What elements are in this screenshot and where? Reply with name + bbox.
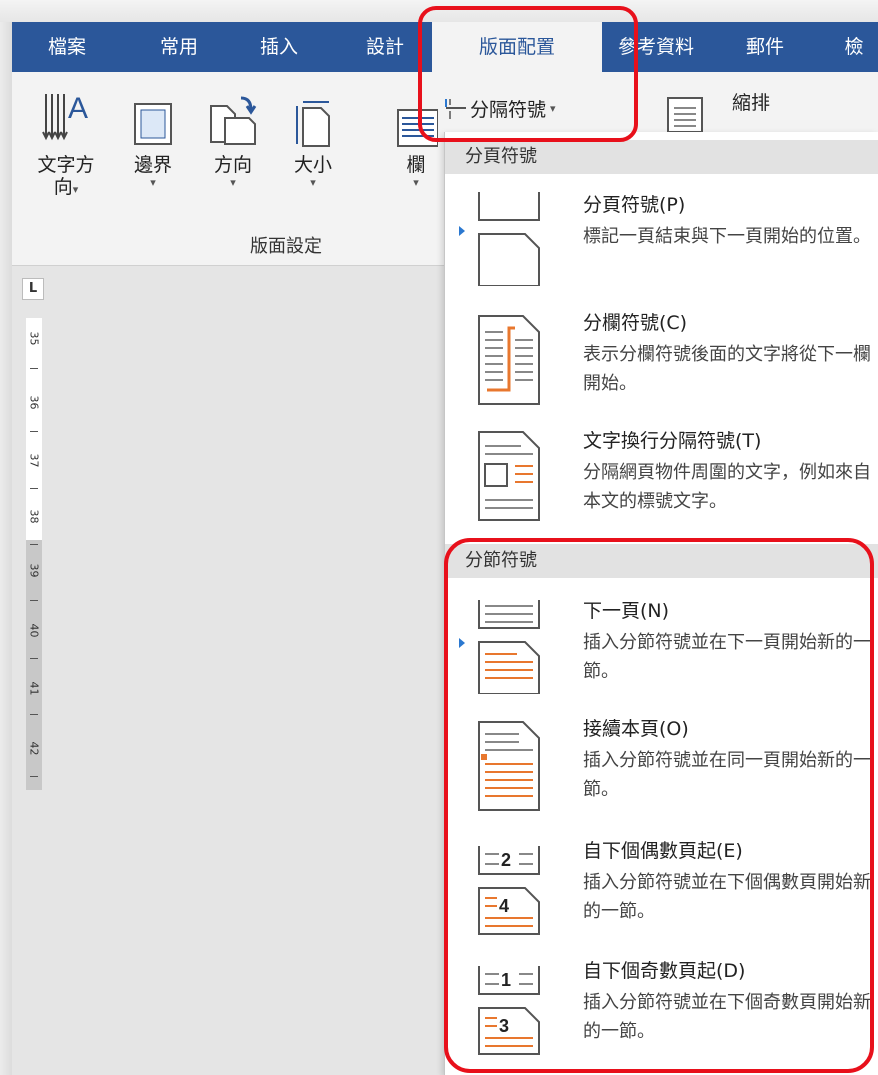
ruler-number: 40	[27, 623, 41, 638]
ruler-number: 37	[27, 453, 41, 468]
ruler-tick	[30, 600, 38, 601]
margins-icon	[123, 84, 183, 154]
tab-selector[interactable]: L	[22, 278, 44, 300]
text-direction-button[interactable]: A 文字方 向▾	[26, 84, 106, 198]
chevron-down-icon: ▾	[310, 176, 316, 189]
menu-item-column-break[interactable]: 分欄符號(C) 表示分欄符號後面的文字將從下一欄開始。	[445, 302, 878, 412]
ruler-number: 41	[27, 681, 41, 696]
tab-review[interactable]: 檢	[834, 22, 874, 72]
menu-item-page-break[interactable]: 分頁符號(P) 標記一頁結束與下一頁開始的位置。	[445, 182, 878, 294]
ruler-number: 42	[27, 741, 41, 756]
page-breaks-header: 分頁符號	[445, 140, 878, 174]
chevron-down-icon: ▾	[150, 176, 156, 189]
columns-label: 欄	[406, 154, 426, 176]
ruler-tick	[30, 544, 38, 545]
ruler-number: 38	[27, 509, 41, 524]
tab-insert[interactable]: 插入	[244, 22, 314, 72]
svg-text:A: A	[68, 92, 88, 125]
menu-item-title: 分欄符號(C)	[583, 312, 688, 334]
tab-mailings[interactable]: 郵件	[730, 22, 800, 72]
text-direction-label: 文字方	[37, 154, 95, 176]
ruler-number: 35	[27, 331, 41, 346]
vertical-ruler[interactable]: 35 36 37 38 39 40 41 42	[26, 318, 42, 790]
highlight-section-breaks	[444, 538, 874, 1073]
tab-home[interactable]: 常用	[144, 22, 214, 72]
ruler-tick	[30, 368, 38, 369]
tab-design[interactable]: 設計	[350, 22, 420, 72]
menu-item-desc: 表示分欄符號後面的文字將從下一欄開始。	[583, 344, 871, 394]
text-wrapping-break-icon	[473, 430, 545, 526]
menu-item-title: 分頁符號(P)	[583, 194, 686, 216]
menu-item-text-wrapping-break[interactable]: 文字換行分隔符號(T) 分隔網頁物件周圍的文字，例如來自本文的標號文字。	[445, 418, 878, 538]
orientation-icon	[203, 84, 263, 154]
ruler-tick	[30, 776, 38, 777]
ruler-tick	[30, 714, 38, 715]
default-marker-icon	[459, 226, 465, 236]
ruler-tick	[30, 658, 38, 659]
size-icon	[283, 84, 343, 154]
line-numbers-icon[interactable]	[662, 92, 706, 136]
margins-label: 邊界	[133, 154, 172, 176]
ruler-number: 39	[27, 563, 41, 578]
size-label: 大小	[293, 154, 332, 176]
page-break-icon	[473, 190, 545, 290]
tab-file[interactable]: 檔案	[32, 22, 102, 72]
text-direction-icon: A	[36, 84, 96, 154]
indent-label[interactable]: 縮排	[732, 88, 770, 115]
chevron-down-icon: ▾	[230, 176, 236, 189]
document-canvas[interactable]	[12, 266, 444, 1075]
margins-button[interactable]: 邊界 ▾	[118, 84, 188, 190]
text-direction-label-2: 向▾	[53, 176, 79, 198]
ruler-tick	[30, 431, 38, 432]
ruler-tick	[30, 488, 38, 489]
size-button[interactable]: 大小 ▾	[278, 84, 348, 190]
menu-item-desc: 標記一頁結束與下一頁開始的位置。	[583, 226, 871, 247]
ruler-number: 36	[27, 395, 41, 410]
orientation-label: 方向	[213, 154, 252, 176]
menu-item-title: 文字換行分隔符號(T)	[583, 430, 762, 452]
page-setup-group-label: 版面設定	[250, 236, 322, 257]
chevron-down-icon: ▾	[413, 176, 419, 189]
highlight-breaks-button	[418, 6, 638, 142]
orientation-button[interactable]: 方向 ▾	[198, 84, 268, 190]
menu-item-desc: 分隔網頁物件周圍的文字，例如來自本文的標號文字。	[583, 462, 871, 512]
column-break-icon	[473, 314, 545, 410]
